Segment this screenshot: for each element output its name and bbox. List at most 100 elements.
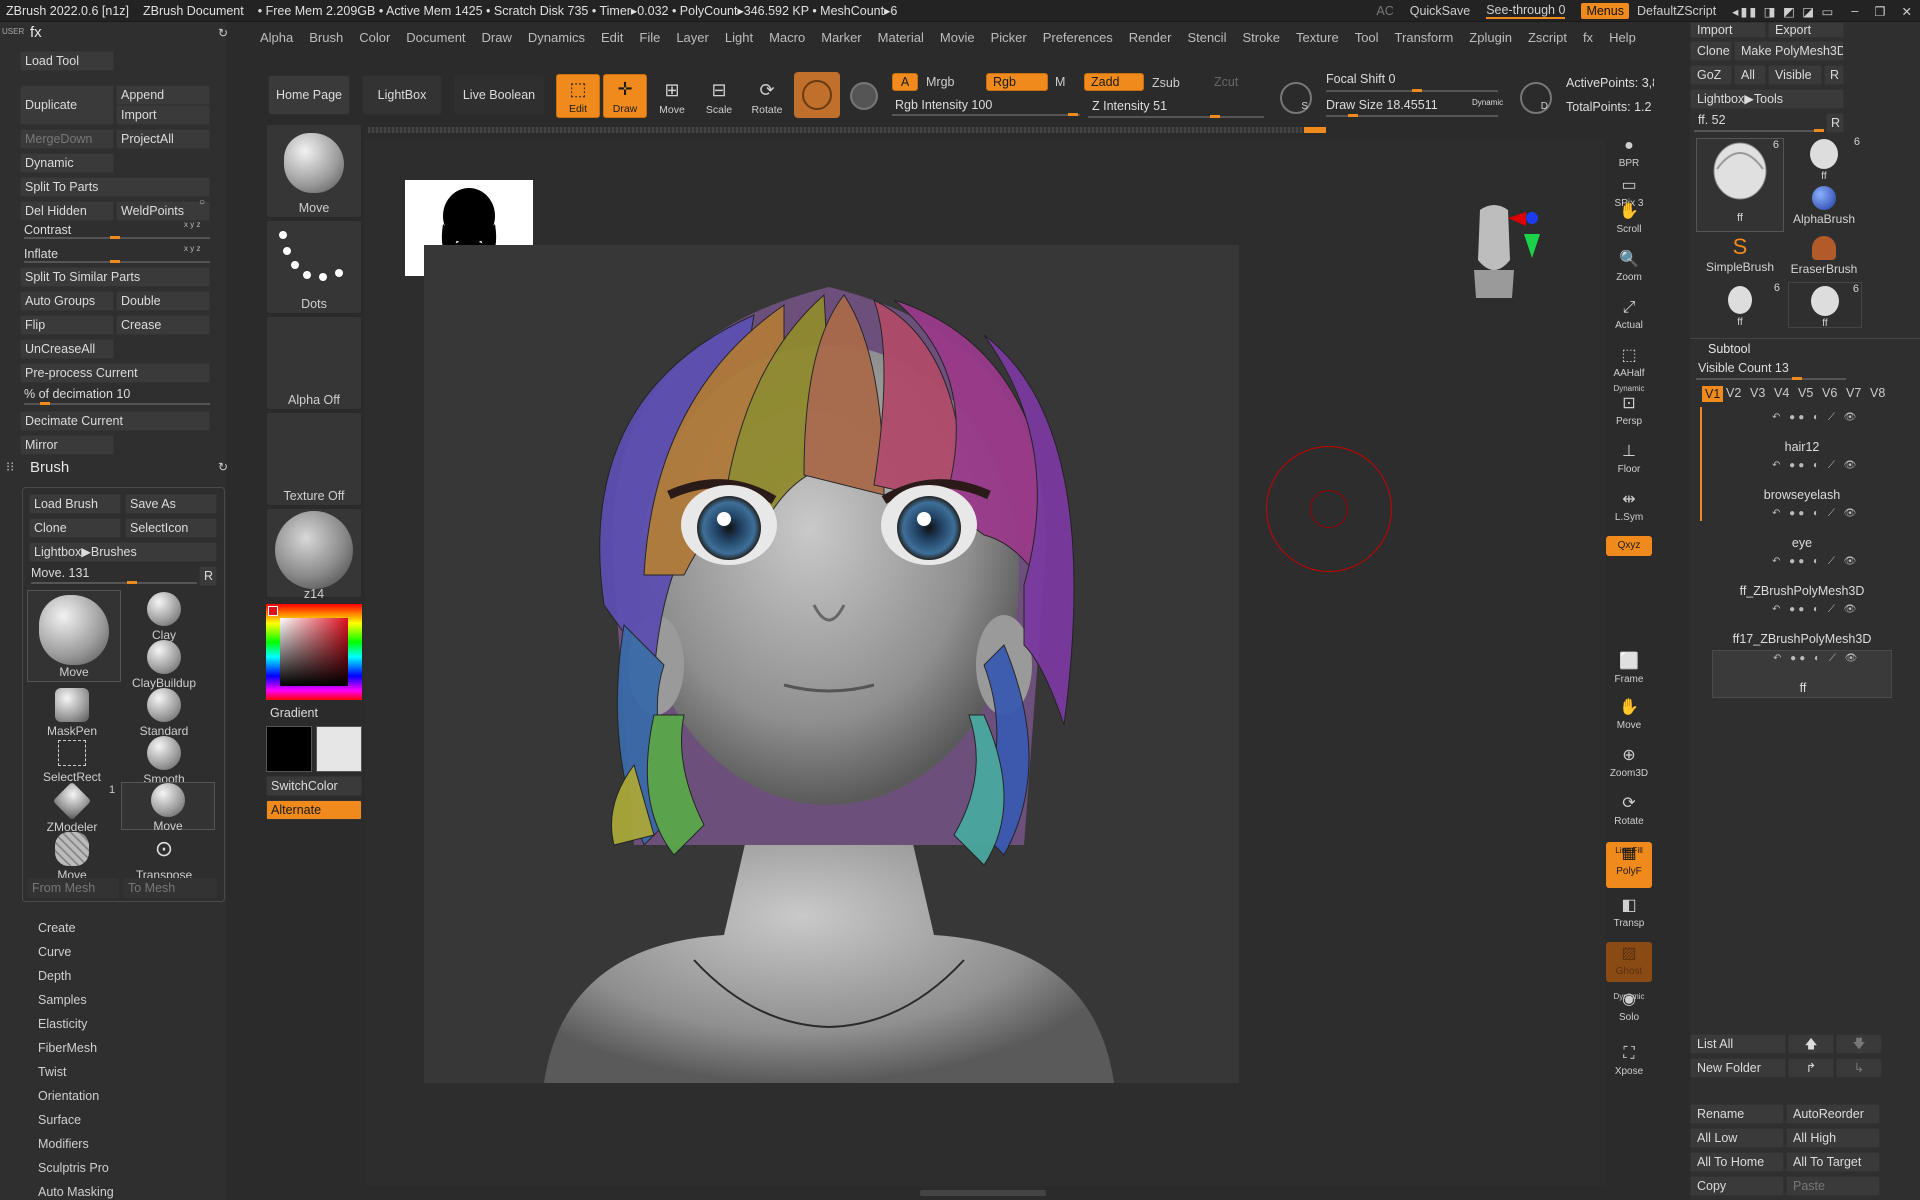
rshelf-ghost[interactable]: ▨ Ghost xyxy=(1606,942,1652,982)
contrast-xyz-icon[interactable]: x y z xyxy=(184,220,200,229)
submenu-elasticity[interactable]: Elasticity xyxy=(38,1017,87,1031)
move-up-icon[interactable]: 🡅 xyxy=(1788,1034,1834,1054)
subtool-controls-icon[interactable]: ↶ ●● ◐ ⟋ 👁 xyxy=(1772,460,1859,471)
submenu-create[interactable]: Create xyxy=(38,921,76,935)
crease-button[interactable]: Crease xyxy=(116,315,210,335)
close-icon[interactable]: ✕ xyxy=(1902,4,1912,19)
zadd-toggle[interactable]: Zadd xyxy=(1084,73,1144,91)
rshelf-qxyz[interactable]: Qxyz xyxy=(1606,536,1652,556)
stroke-s-icon[interactable]: S xyxy=(1280,82,1312,114)
preprocess-button[interactable]: Pre-process Current xyxy=(20,363,210,383)
submenu-auto-masking[interactable]: Auto Masking xyxy=(38,1185,114,1199)
append-button[interactable]: Append xyxy=(116,85,210,105)
export-tool-button[interactable]: Export xyxy=(1768,22,1844,38)
version-tab-v1[interactable]: V1 xyxy=(1702,386,1724,402)
ac-label[interactable]: AC xyxy=(1376,4,1393,18)
autoreorder-button[interactable]: AutoReorder xyxy=(1786,1104,1880,1124)
duplicate-button[interactable]: Duplicate xyxy=(20,85,114,125)
submenu-fibermesh[interactable]: FiberMesh xyxy=(38,1041,97,1055)
tool-thumb-ff-4[interactable]: ff 6 xyxy=(1788,282,1862,329)
rshelf-transp[interactable]: ◧ Transp xyxy=(1606,894,1652,934)
menu-macro[interactable]: Macro xyxy=(769,30,805,45)
menu-stencil[interactable]: Stencil xyxy=(1187,30,1226,45)
folder-undo-icon[interactable]: ↳ xyxy=(1836,1058,1882,1078)
menu-help[interactable]: Help xyxy=(1609,30,1636,45)
menu-layer[interactable]: Layer xyxy=(676,30,709,45)
load-tool-button[interactable]: Load Tool xyxy=(20,51,114,71)
from-mesh-button[interactable]: From Mesh xyxy=(27,878,119,898)
del-hidden-button[interactable]: Del Hidden xyxy=(20,201,114,221)
weldpoints-button[interactable]: WeldPoints xyxy=(116,201,210,221)
brush-move-large[interactable]: Move xyxy=(27,590,121,682)
submenu-twist[interactable]: Twist xyxy=(38,1065,66,1079)
to-mesh-button[interactable]: To Mesh xyxy=(123,878,217,898)
rshelf-floor[interactable]: ⊥ Floor xyxy=(1606,440,1652,480)
menu-color[interactable]: Color xyxy=(359,30,390,45)
tool-thumb-alphabrush[interactable]: AlphaBrush xyxy=(1788,184,1860,230)
make-polymesh-button[interactable]: Make PolyMesh3D xyxy=(1734,41,1844,61)
clone-brush-button[interactable]: Clone xyxy=(29,518,121,538)
draw-button[interactable]: ✛ Draw xyxy=(603,74,647,118)
bottom-tray-handle[interactable] xyxy=(920,1190,1046,1196)
brush-move-topological[interactable]: Move Topological xyxy=(27,832,117,896)
menu-brush[interactable]: Brush xyxy=(309,30,343,45)
menu-stroke[interactable]: Stroke xyxy=(1242,30,1280,45)
menu-material[interactable]: Material xyxy=(878,30,924,45)
new-folder-button[interactable]: New Folder xyxy=(1690,1058,1786,1078)
version-tab-v6[interactable]: V6 xyxy=(1822,386,1837,400)
visible-count-slider[interactable] xyxy=(1696,378,1846,380)
load-brush-button[interactable]: Load Brush xyxy=(29,494,121,514)
submenu-modifiers[interactable]: Modifiers xyxy=(38,1137,89,1151)
projectall-button[interactable]: ProjectAll xyxy=(116,129,210,149)
copy-button[interactable]: Copy xyxy=(1690,1176,1784,1196)
rshelf-rotate[interactable]: ⟳ Rotate xyxy=(1606,792,1652,832)
visible-count-knob[interactable] xyxy=(1792,377,1802,380)
see-through-slider[interactable]: See-through 0 xyxy=(1486,3,1566,19)
select-icon-button[interactable]: SelectIcon xyxy=(125,518,217,538)
tool-r-button[interactable]: R xyxy=(1826,113,1844,133)
menu-movie[interactable]: Movie xyxy=(940,30,975,45)
folder-redo-icon[interactable]: ↱ xyxy=(1788,1058,1834,1078)
auto-groups-button[interactable]: Auto Groups xyxy=(20,291,114,311)
decimate-current-button[interactable]: Decimate Current xyxy=(20,411,210,431)
subtool-row[interactable]: ↶ ●● ◐ ⟋ 👁 ff_ZBrushPolyMesh3D xyxy=(1712,554,1892,602)
flip-button[interactable]: Flip xyxy=(20,315,114,335)
menu-edit[interactable]: Edit xyxy=(601,30,623,45)
rshelf-aahalf[interactable]: ⬚ AAHalf xyxy=(1606,344,1652,384)
all-to-home-button[interactable]: All To Home xyxy=(1690,1152,1784,1172)
version-tab-v3[interactable]: V3 xyxy=(1750,386,1765,400)
brush-standard[interactable]: Standard xyxy=(119,688,209,738)
draw-size-knob[interactable] xyxy=(1348,114,1358,117)
menu-tool[interactable]: Tool xyxy=(1355,30,1379,45)
menu-preferences[interactable]: Preferences xyxy=(1043,30,1113,45)
focal-shift-knob[interactable] xyxy=(1412,89,1422,92)
uncreaseall-button[interactable]: UnCreaseAll xyxy=(20,339,114,359)
material-swatch[interactable] xyxy=(794,72,840,118)
lightbox-button[interactable]: LightBox xyxy=(362,75,442,115)
inflate-xyz-icon[interactable]: x y z xyxy=(184,244,200,253)
brush-zmodeler[interactable]: ZModeler xyxy=(27,781,117,834)
zcut-toggle[interactable]: Zcut xyxy=(1214,75,1238,89)
subtool-row[interactable]: ↶ ●● ◐ ⟋ 👁 eye xyxy=(1712,506,1892,554)
weldpoints-toggle-icon[interactable]: ○ xyxy=(199,197,205,208)
layout-icons[interactable]: ◂▮▮ ◨ ◩ ◪ ▭ xyxy=(1732,4,1835,19)
import-button[interactable]: Import xyxy=(116,105,210,125)
z-intensity-knob[interactable] xyxy=(1210,115,1220,118)
submenu-sculptris-pro[interactable]: Sculptris Pro xyxy=(38,1161,109,1175)
mergedown-button[interactable]: MergeDown xyxy=(20,129,114,149)
menu-marker[interactable]: Marker xyxy=(821,30,861,45)
menu-render[interactable]: Render xyxy=(1129,30,1172,45)
rshelf-l-sym[interactable]: ⇹ L.Sym xyxy=(1606,488,1652,528)
rshelf-scroll[interactable]: ✋ Scroll xyxy=(1606,200,1652,240)
rshelf-bpr[interactable]: ● BPR xyxy=(1606,134,1652,174)
zsub-toggle[interactable]: Zsub xyxy=(1152,76,1180,90)
menu-zplugin[interactable]: Zplugin xyxy=(1469,30,1512,45)
all-button[interactable]: All xyxy=(1734,65,1766,85)
split-similar-button[interactable]: Split To Similar Parts xyxy=(20,267,210,287)
gradient-label[interactable]: Gradient xyxy=(270,706,318,720)
all-to-target-button[interactable]: All To Target xyxy=(1786,1152,1880,1172)
brush-maskpen[interactable]: MaskPen xyxy=(27,688,117,738)
zscript-label[interactable]: DefaultZScript xyxy=(1637,4,1716,18)
tool-thumb-simplebrush[interactable]: S SimpleBrush xyxy=(1696,234,1784,280)
rshelf-xpose[interactable]: ⛶ Xpose xyxy=(1606,1042,1652,1082)
